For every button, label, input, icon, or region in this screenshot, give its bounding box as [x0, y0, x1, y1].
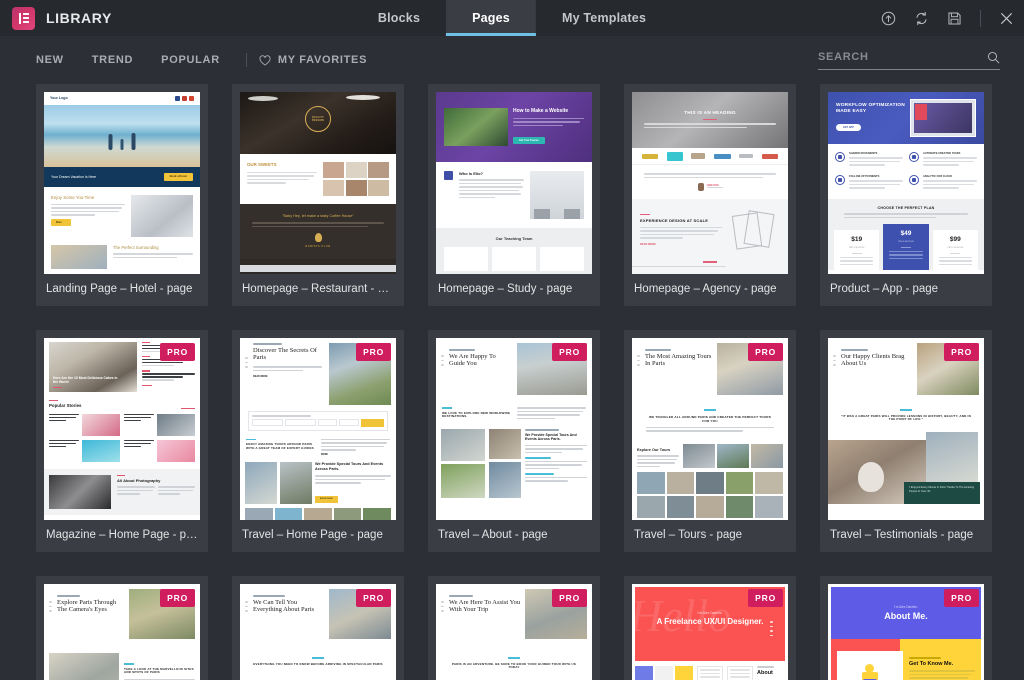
- template-card[interactable]: THIS IS AN HEADING JANE DOE: [624, 84, 796, 306]
- template-title: Landing Page – Hotel - page: [44, 274, 200, 306]
- search-icon[interactable]: [987, 51, 1000, 64]
- template-card[interactable]: PRO We Can Tell You Everything About Par…: [232, 576, 404, 680]
- template-preview: WORKFLOW OPTIMIZATION MADE EASY GET APP …: [828, 92, 984, 274]
- template-preview: Your Logo Your Dream Vacation Is Here Bo…: [44, 92, 200, 274]
- template-thumbnail[interactable]: PRO The Most Amazing Tours In Paris WE T…: [632, 338, 788, 520]
- heart-icon: [259, 55, 271, 66]
- template-card[interactable]: PRO Hello I'm Alex Daniels. A Freelance …: [624, 576, 796, 680]
- template-card[interactable]: PRO Discover The Secrets Of Paris READ M…: [232, 330, 404, 552]
- app-title: LIBRARY: [46, 10, 112, 26]
- template-card[interactable]: PRO The Most Amazing Tours In Paris WE T…: [624, 330, 796, 552]
- template-thumbnail[interactable]: PRO Here Are the 10 Most Delicious Cakes…: [44, 338, 200, 520]
- filter-popular[interactable]: POPULAR: [147, 54, 234, 66]
- template-thumbnail[interactable]: PRO Our Happy Clients Brag About Us "IT …: [828, 338, 984, 520]
- template-preview: QUALITY PASSION OUR SWEETS "Baby Hey, le…: [240, 92, 396, 274]
- template-title: Homepage – Restaurant - page: [240, 274, 396, 306]
- template-title: Travel – About - page: [436, 520, 592, 552]
- template-card[interactable]: PRO Our Happy Clients Brag About Us "IT …: [820, 330, 992, 552]
- template-preview: Discover The Secrets Of Paris READ MORE: [240, 338, 396, 520]
- template-title: Travel – Home Page - page: [240, 520, 396, 552]
- template-title: Magazine – Home Page - page: [44, 520, 200, 552]
- template-thumbnail[interactable]: PRO We Can Tell You Everything About Par…: [240, 584, 396, 680]
- template-preview: How to Make a Website Get Your Course Wh…: [436, 92, 592, 274]
- filter-my-favorites[interactable]: MY FAVORITES: [259, 54, 367, 66]
- my-favorites-label: MY FAVORITES: [278, 54, 367, 66]
- header-actions: [881, 0, 1024, 36]
- template-grid: Your Logo Your Dream Vacation Is Here Bo…: [36, 84, 988, 680]
- template-thumbnail[interactable]: How to Make a Website Get Your Course Wh…: [436, 92, 592, 274]
- template-card[interactable]: PRO We Are Happy To Guide You WE LOVE TO…: [428, 330, 600, 552]
- template-thumbnail[interactable]: PRO We Are Happy To Guide You WE LOVE TO…: [436, 338, 592, 520]
- template-title: Travel – Testimonials - page: [828, 520, 984, 552]
- template-thumbnail[interactable]: PRO I'm Alex Daniels. About Me.: [828, 584, 984, 680]
- pro-badge: PRO: [944, 343, 979, 361]
- template-thumbnail[interactable]: PRO We Are Here To Assist You With Your …: [436, 584, 592, 680]
- template-preview: Our Happy Clients Brag About Us "IT WAS …: [828, 338, 984, 520]
- template-card[interactable]: Your Logo Your Dream Vacation Is Here Bo…: [36, 84, 208, 306]
- template-card[interactable]: PRO Here Are the 10 Most Delicious Cakes…: [36, 330, 208, 552]
- brand: LIBRARY: [0, 0, 112, 36]
- upload-icon[interactable]: [881, 11, 896, 26]
- app-header: LIBRARY Blocks Pages My Templates: [0, 0, 1024, 36]
- pro-badge: PRO: [552, 589, 587, 607]
- pro-badge: PRO: [356, 343, 391, 361]
- template-thumbnail[interactable]: PRO Discover The Secrets Of Paris READ M…: [240, 338, 396, 520]
- template-thumbnail[interactable]: THIS IS AN HEADING JANE DOE: [632, 92, 788, 274]
- template-card[interactable]: PRO We Are Here To Assist You With Your …: [428, 576, 600, 680]
- tab-my-templates[interactable]: My Templates: [536, 0, 672, 36]
- template-card[interactable]: PRO Explore Paris Through The Camera's E…: [36, 576, 208, 680]
- template-title: Travel – Tours - page: [632, 520, 788, 552]
- save-icon[interactable]: [947, 11, 962, 26]
- template-card[interactable]: PRO I'm Alex Daniels. About Me.: [820, 576, 992, 680]
- filter-bar: NEW TREND POPULAR MY FAVORITES: [0, 36, 1024, 84]
- template-thumbnail[interactable]: PRO Hello I'm Alex Daniels. A Freelance …: [632, 584, 788, 680]
- sync-icon[interactable]: [914, 11, 929, 26]
- tab-blocks[interactable]: Blocks: [352, 0, 446, 36]
- search-input[interactable]: [818, 51, 987, 63]
- template-card[interactable]: How to Make a Website Get Your Course Wh…: [428, 84, 600, 306]
- filter-divider: [246, 53, 247, 67]
- template-title: Homepage – Study - page: [436, 274, 592, 306]
- template-preview: THIS IS AN HEADING JANE DOE: [632, 92, 788, 274]
- template-card[interactable]: WORKFLOW OPTIMIZATION MADE EASY GET APP …: [820, 84, 992, 306]
- header-divider: [980, 10, 981, 27]
- template-thumbnail[interactable]: Your Logo Your Dream Vacation Is Here Bo…: [44, 92, 200, 274]
- pro-badge: PRO: [748, 343, 783, 361]
- template-card[interactable]: QUALITY PASSION OUR SWEETS "Baby Hey, le…: [232, 84, 404, 306]
- template-title: Product – App - page: [828, 274, 984, 306]
- pro-badge: PRO: [748, 589, 783, 607]
- template-preview: The Most Amazing Tours In Paris WE TRAVE…: [632, 338, 788, 520]
- template-preview: We Are Happy To Guide You WE LOVE TO EXP…: [436, 338, 592, 520]
- template-thumbnail[interactable]: PRO Explore Paris Through The Camera's E…: [44, 584, 200, 680]
- template-grid-scroll[interactable]: Your Logo Your Dream Vacation Is Here Bo…: [0, 84, 1024, 680]
- elementor-logo-icon: [12, 7, 35, 30]
- template-thumbnail[interactable]: WORKFLOW OPTIMIZATION MADE EASY GET APP …: [828, 92, 984, 274]
- filter-group: NEW TREND POPULAR MY FAVORITES: [36, 53, 367, 67]
- pro-badge: PRO: [160, 589, 195, 607]
- template-preview: Here Are the 10 Most Delicious Cakes in …: [44, 338, 200, 520]
- filter-new[interactable]: NEW: [36, 54, 78, 66]
- pro-badge: PRO: [944, 589, 979, 607]
- filter-trend[interactable]: TREND: [78, 54, 147, 66]
- header-tabs: Blocks Pages My Templates: [352, 0, 672, 36]
- template-thumbnail[interactable]: QUALITY PASSION OUR SWEETS "Baby Hey, le…: [240, 92, 396, 274]
- pro-badge: PRO: [552, 343, 587, 361]
- tab-pages[interactable]: Pages: [446, 0, 536, 36]
- search-box[interactable]: [818, 51, 1000, 70]
- pro-badge: PRO: [356, 589, 391, 607]
- close-icon[interactable]: [999, 11, 1014, 26]
- template-title: Homepage – Agency - page: [632, 274, 788, 306]
- pro-badge: PRO: [160, 343, 195, 361]
